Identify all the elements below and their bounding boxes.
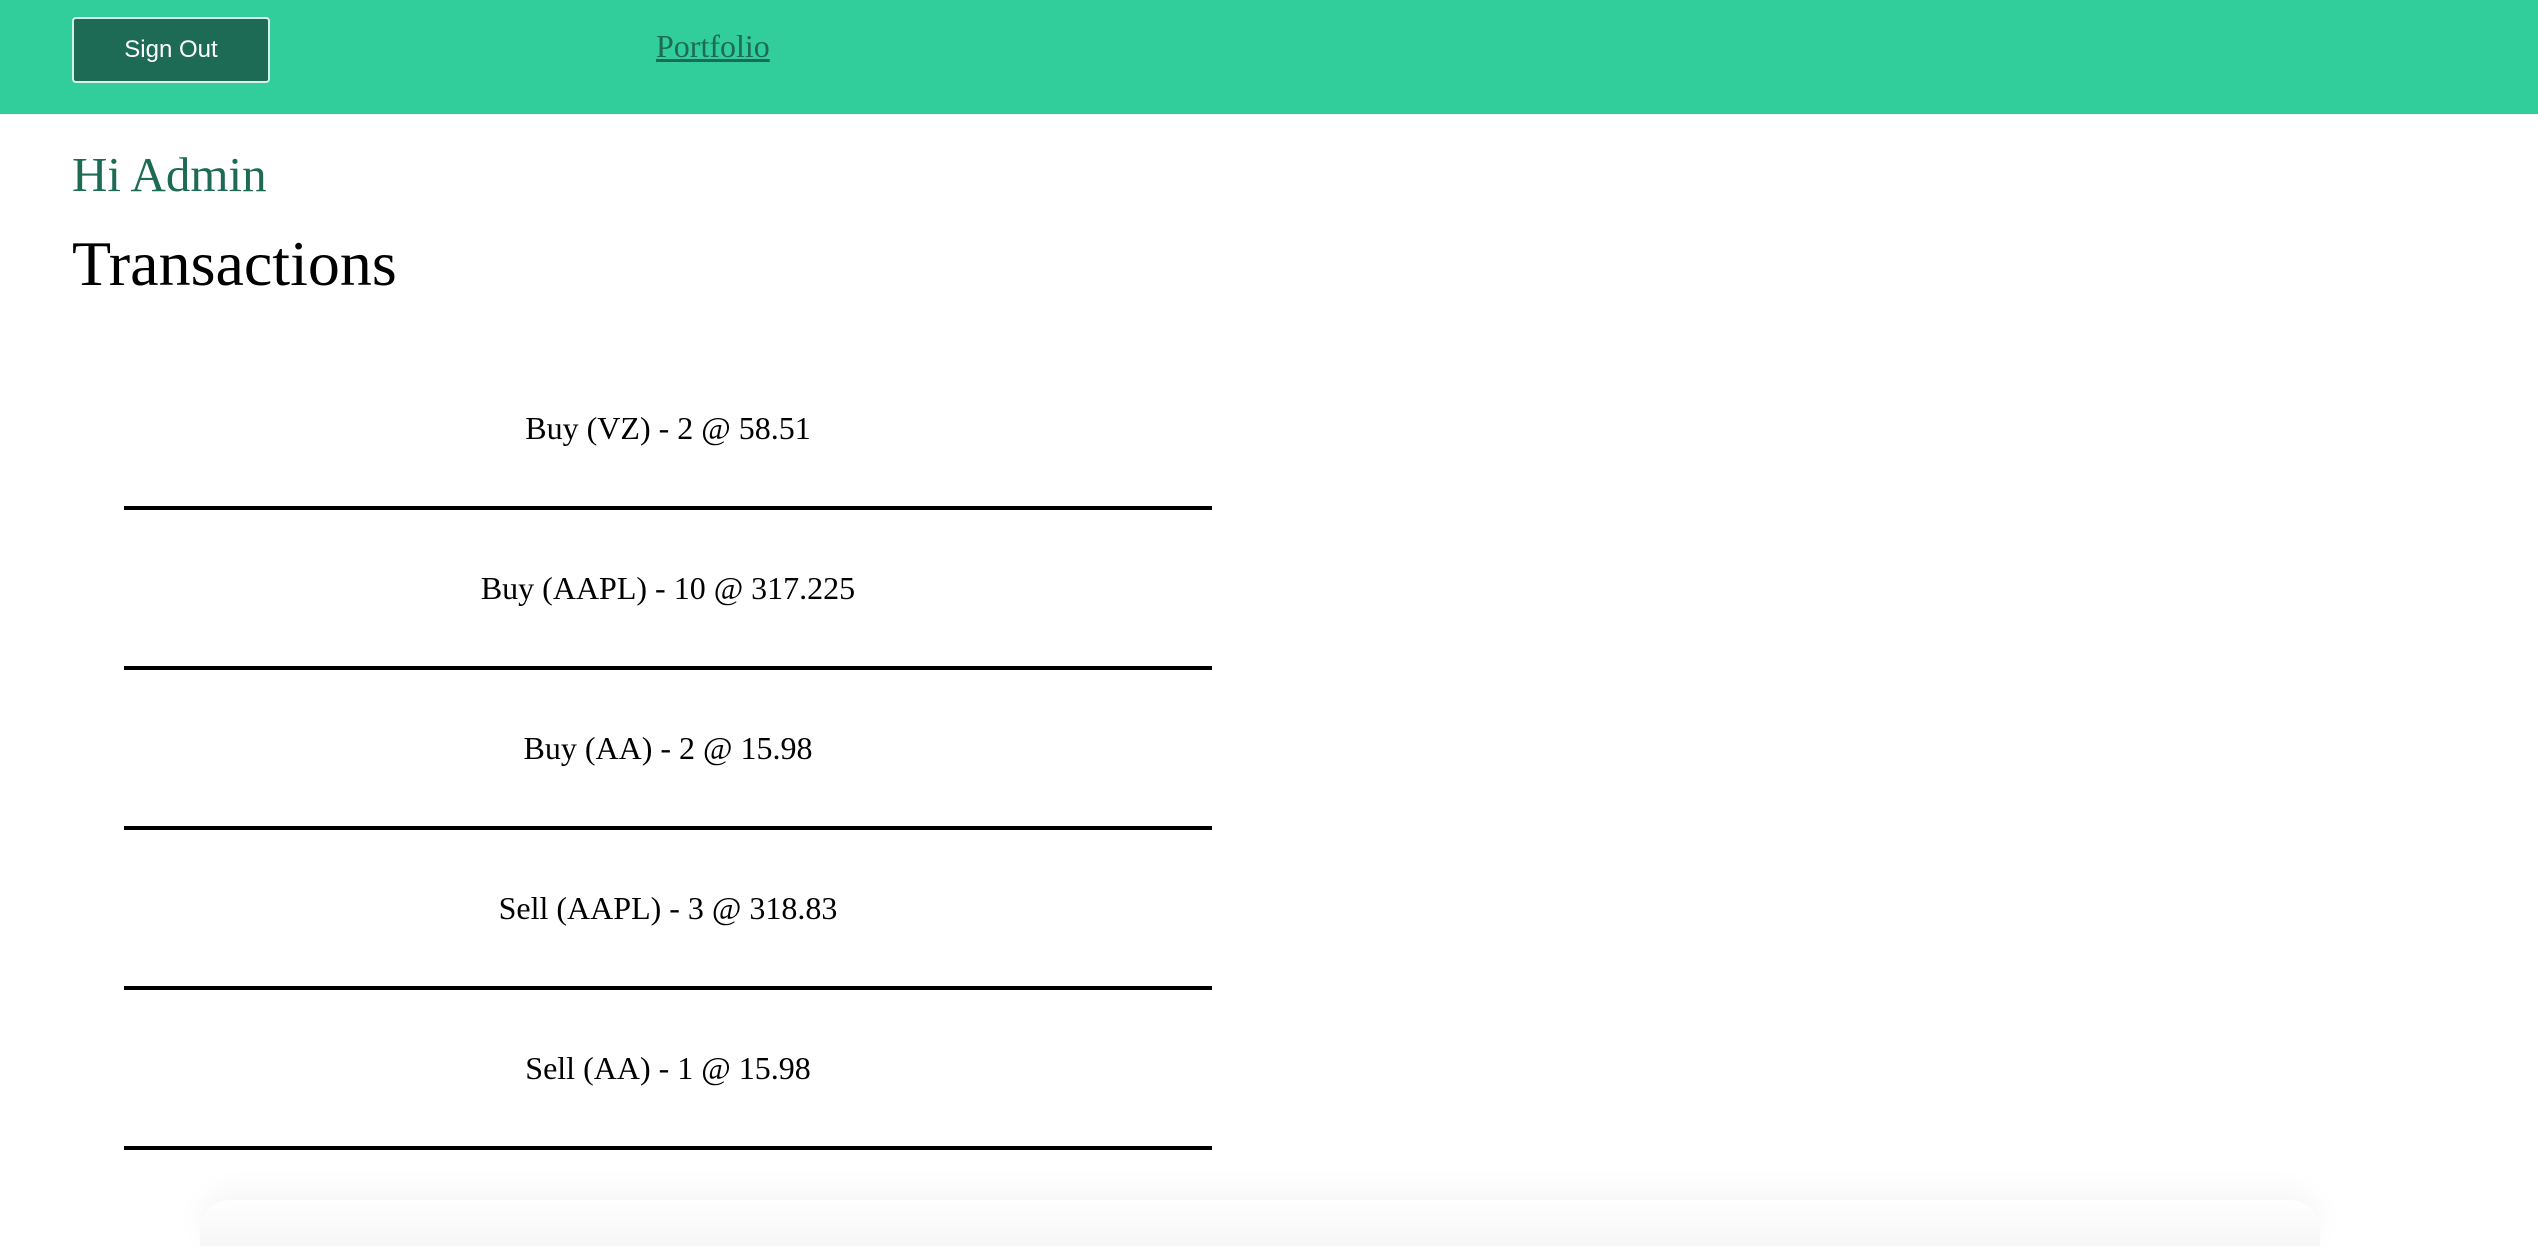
transaction-text: Buy (AAPL) - 10 @ 317.225 <box>480 569 856 606</box>
bottom-panel-shadow <box>200 1200 2320 1246</box>
transaction-text: Sell (AAPL) - 3 @ 318.83 <box>498 889 838 926</box>
transaction-item: Buy (VZ) - 2 @ 58.51 <box>124 350 1212 510</box>
transactions-list: Buy (VZ) - 2 @ 58.51 Buy (AAPL) - 10 @ 3… <box>124 350 1212 1150</box>
greeting-text: Hi Admin <box>72 147 267 202</box>
transaction-text: Buy (AA) - 2 @ 15.98 <box>523 729 813 766</box>
transaction-item: Sell (AAPL) - 3 @ 318.83 <box>124 830 1212 990</box>
transaction-text: Buy (VZ) - 2 @ 58.51 <box>525 409 811 446</box>
sign-out-button[interactable]: Sign Out <box>72 17 270 83</box>
top-nav-bar: Sign Out Portfolio <box>0 0 2538 114</box>
transaction-item: Buy (AAPL) - 10 @ 317.225 <box>124 510 1212 670</box>
transaction-text: Sell (AA) - 1 @ 15.98 <box>525 1049 811 1086</box>
page-title: Transactions <box>72 228 397 299</box>
transaction-item: Sell (AA) - 1 @ 15.98 <box>124 990 1212 1150</box>
transaction-item: Buy (AA) - 2 @ 15.98 <box>124 670 1212 830</box>
portfolio-link[interactable]: Portfolio <box>656 28 770 65</box>
